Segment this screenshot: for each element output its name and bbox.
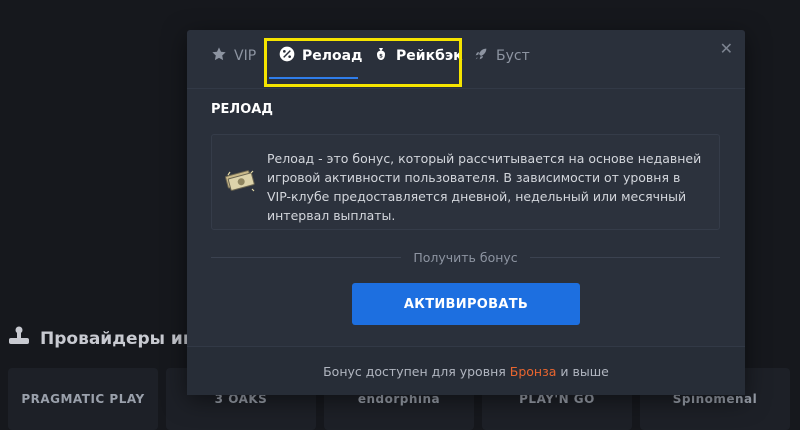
level-link[interactable]: Бронза (510, 364, 557, 379)
tab-boost[interactable]: Буст (473, 44, 530, 68)
money-stack-icon (224, 165, 256, 201)
modal-footer: Бонус доступен для уровня Бронза и выше (187, 346, 745, 395)
svg-text:$: $ (379, 54, 383, 60)
get-bonus-label: Получить бонус (413, 249, 518, 265)
joystick-icon (8, 326, 30, 351)
tab-vip[interactable]: VIP (211, 44, 256, 68)
tabs-divider (187, 88, 745, 89)
activate-button[interactable]: АКТИВИРОВАТЬ (352, 283, 580, 325)
bonus-modal: VIP Релоад $ Рейкбэк Буст ✕ РЕЛОАД Релоа… (187, 30, 745, 395)
bonus-tabs: VIP Релоад $ Рейкбэк Буст ✕ (187, 30, 745, 87)
get-bonus-divider: Получить бонус (211, 246, 720, 268)
providers-title: Провайдеры игр (40, 328, 204, 349)
percent-badge-icon (279, 46, 295, 66)
active-tab-indicator (269, 77, 358, 79)
providers-section-header: Провайдеры игр (8, 326, 204, 351)
footer-suffix: и выше (560, 363, 609, 379)
reload-description: Релоад - это бонус, который рассчитывает… (267, 151, 702, 223)
provider-logo[interactable]: PRAGMATIC PLAY (8, 368, 158, 430)
reload-info-box: Релоад - это бонус, который рассчитывает… (211, 134, 720, 230)
money-bag-icon: $ (373, 46, 389, 66)
tab-reload[interactable]: Релоад (279, 44, 362, 68)
star-icon (211, 46, 227, 66)
footer-prefix: Бонус доступен для уровня (323, 363, 506, 379)
section-title: РЕЛОАД (211, 102, 273, 117)
rocket-icon (473, 46, 489, 66)
close-icon[interactable]: ✕ (720, 39, 733, 58)
tab-rakeback[interactable]: $ Рейкбэк (373, 44, 463, 68)
